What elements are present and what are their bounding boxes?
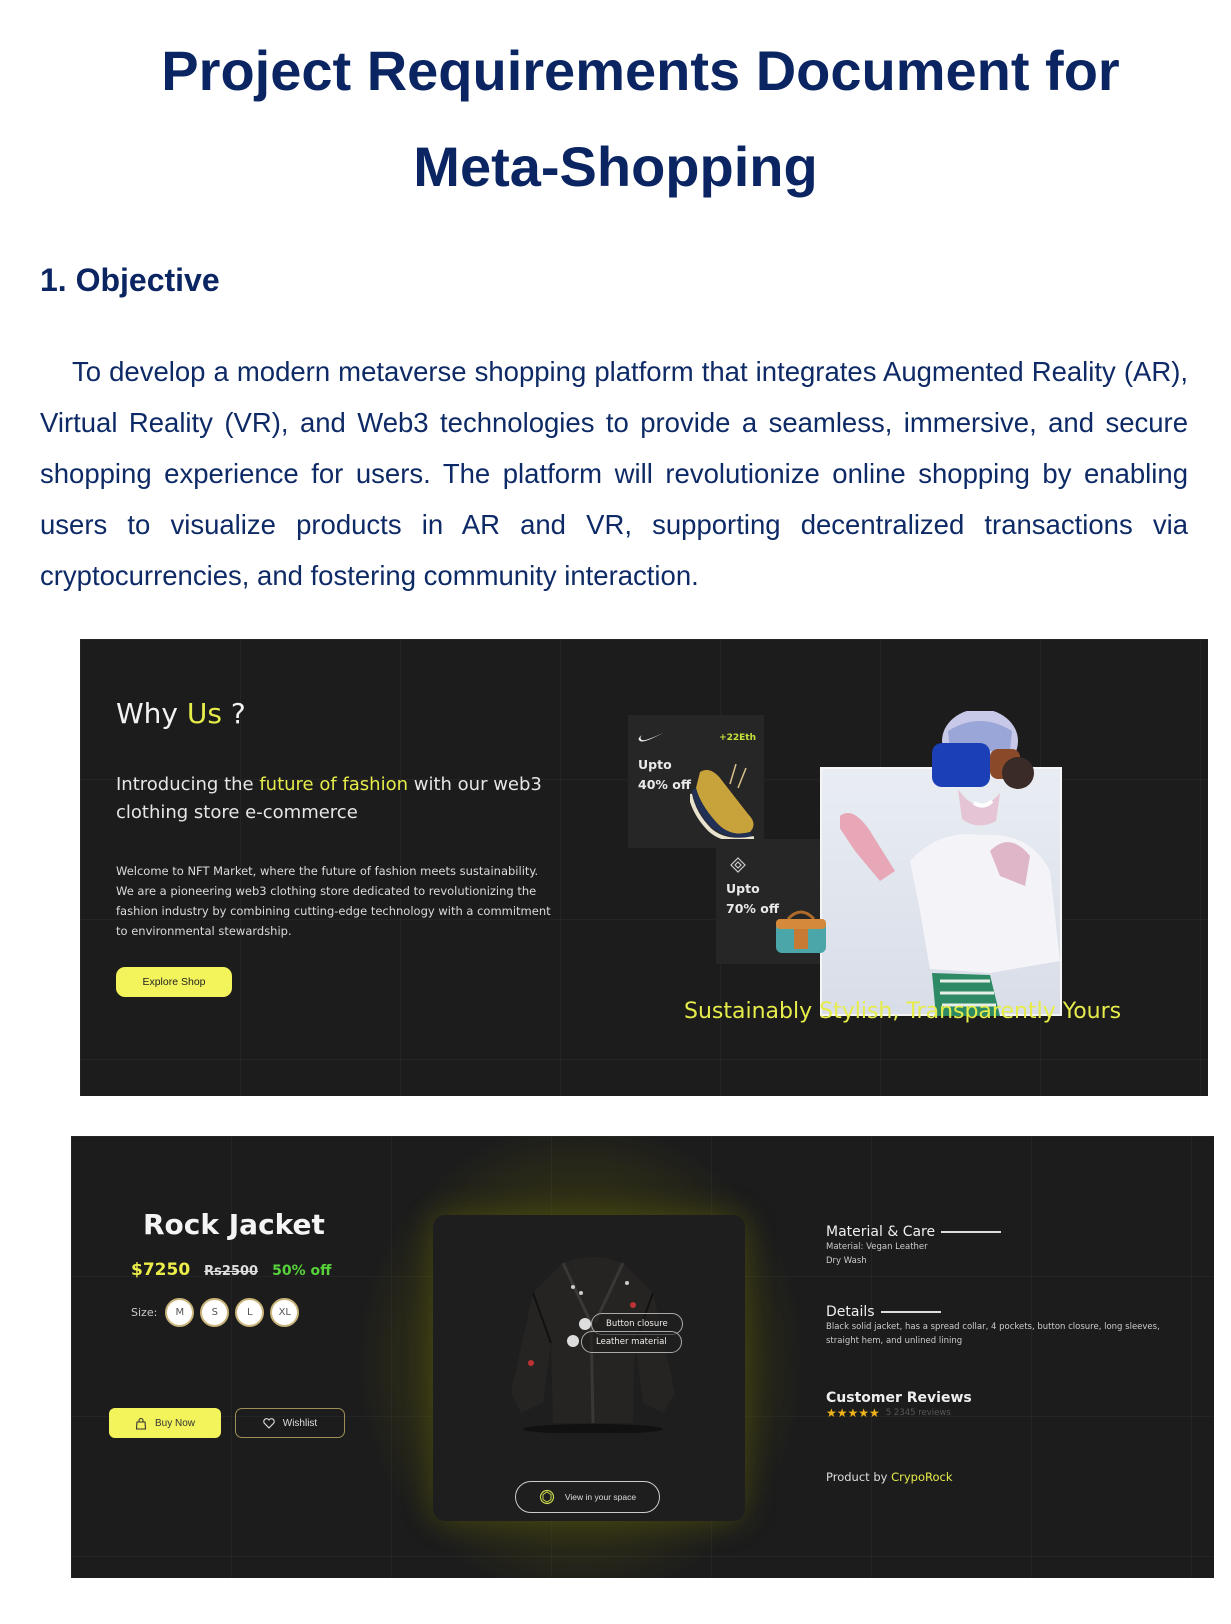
stars-icon: ★★★★★ (826, 1406, 880, 1420)
view-in-your-space-label: View in your space (564, 1492, 637, 1502)
original-price: Rs2500 (204, 1264, 259, 1279)
ar-cube-icon (539, 1489, 555, 1505)
promo-line-1: Upto (638, 757, 672, 772)
size-option-l[interactable]: L (235, 1298, 265, 1327)
why-us-heading: Why Us ? (116, 697, 246, 730)
intro-text: Introducing the future of fashion with o… (116, 771, 556, 827)
size-option-m[interactable]: M (165, 1298, 195, 1327)
nike-swoosh-icon (638, 733, 663, 742)
care-line: Dry Wash (826, 1256, 867, 1266)
customer-reviews-title: Customer Reviews (826, 1390, 972, 1406)
star-rating[interactable]: ★★★★★ 5 2345 reviews (826, 1406, 972, 1420)
size-option-xl[interactable]: XL (270, 1298, 300, 1327)
title-line-1: Project Requirements Document for (161, 39, 1120, 102)
material-care-label: Material & Care (826, 1224, 936, 1240)
title-line-2: Meta-Shopping (413, 135, 818, 198)
wishlist-label: Wishlist (282, 1417, 318, 1429)
brand-link[interactable]: CrypoRock (891, 1470, 952, 1484)
sneaker-product-image (690, 764, 755, 839)
why-us-banner-image: Why Us ? Introducing the future of fashi… (80, 639, 1208, 1096)
diamond-icon (730, 857, 746, 873)
product-name: Rock Jacket (143, 1208, 325, 1241)
wishlist-button[interactable]: Wishlist (235, 1408, 345, 1438)
intro-accent: future of fashion (259, 774, 409, 795)
hotspot-dot[interactable] (567, 1335, 579, 1347)
title-rule (941, 1231, 1002, 1233)
heading-accent: Us (186, 697, 222, 730)
welcome-text: Welcome to NFT Market, where the future … (116, 864, 551, 938)
details-section: Details Black solid jacket, has a spread… (826, 1304, 1186, 1348)
reviews-section: Customer Reviews ★★★★★ 5 2345 reviews (826, 1390, 972, 1420)
discount-label: 50% off (272, 1263, 332, 1279)
material-care-title: Material & Care (826, 1224, 1002, 1240)
size-label: Size: (131, 1306, 158, 1319)
details-text: Black solid jacket, has a spread collar,… (826, 1322, 1160, 1346)
promo-discount-label: Upto 40% off (638, 755, 691, 795)
size-option-s[interactable]: S (200, 1298, 230, 1327)
buy-now-label: Buy Now (154, 1417, 195, 1429)
heading-suffix: ? (222, 697, 246, 730)
section-heading: 1. Objective (40, 262, 220, 298)
view-in-your-space-button[interactable]: View in your space (515, 1481, 660, 1513)
hotspot-dot[interactable] (579, 1318, 591, 1330)
tagline: Sustainably Stylish, Transparently Yours (684, 999, 1122, 1024)
promo-line-2: 40% off (638, 777, 691, 792)
product-viewer-card[interactable]: Button closure Leather material View in … (433, 1215, 745, 1521)
price-row: $7250 Rs2500 50% off (131, 1260, 331, 1280)
details-title: Details (826, 1304, 1186, 1320)
buy-now-button[interactable]: Buy Now (109, 1408, 221, 1438)
promo-line-1: Upto (726, 881, 760, 896)
hotspot-leather-material[interactable]: Leather material (581, 1331, 682, 1353)
current-price: $7250 (131, 1260, 191, 1280)
reviews-count: 5 2345 reviews (885, 1408, 951, 1418)
product-by: Product by CrypoRock (826, 1470, 953, 1484)
material-care-section: Material & Care Material: Vegan Leather … (826, 1224, 1002, 1268)
intro-prefix: Introducing the (116, 774, 260, 795)
shopping-bag-icon (135, 1417, 147, 1430)
product-banner-image: Rock Jacket $7250 Rs2500 50% off Size: M… (71, 1136, 1214, 1578)
details-label: Details (826, 1304, 875, 1320)
heart-icon (263, 1417, 275, 1429)
title-rule (880, 1311, 941, 1313)
heading-prefix: Why (116, 697, 187, 730)
objective-paragraph: To develop a modern metaverse shopping p… (40, 356, 1188, 591)
handbag-product-image (776, 910, 826, 953)
product-by-label: Product by (826, 1470, 892, 1484)
eth-price-tag: +22Eth (719, 733, 756, 743)
vr-headset-person-illustration (840, 711, 1060, 1016)
explore-shop-button[interactable]: Explore Shop (116, 967, 232, 997)
size-selector: Size: M S L XL (131, 1298, 300, 1327)
material-line: Material: Vegan Leather (826, 1242, 928, 1252)
